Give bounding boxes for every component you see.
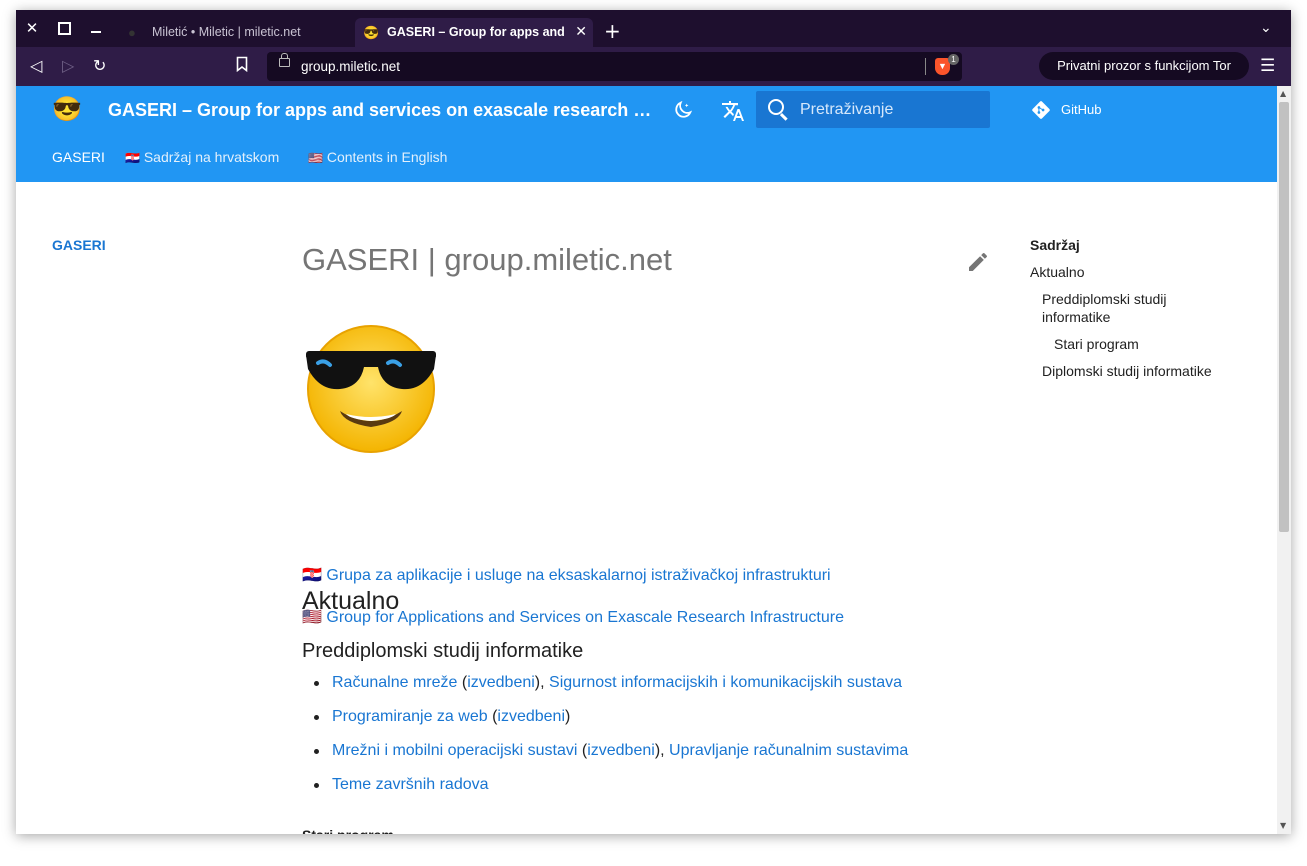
close-window-icon[interactable]: ✕ [22,18,42,38]
edit-icon[interactable] [966,250,990,274]
lock-icon [279,53,290,67]
page-title: GASERI | group.miletic.net [302,242,672,277]
nav-label: Contents in English [326,149,448,165]
back-icon[interactable]: ◁ [30,56,42,76]
url-text: group.miletic.net [301,59,401,74]
scrollbar-thumb[interactable] [1279,102,1289,532]
usa-flag-icon: 🇺🇸 [308,151,323,165]
search-icon [768,99,784,115]
list-item: Teme završnih radova [302,776,908,810]
header-nav-gaseri[interactable]: GASERI [52,148,105,166]
github-link[interactable]: GitHub [1061,101,1101,119]
page-content: 😎 GASERI – Group for apps and services o… [16,86,1291,834]
toc-item-old-program[interactable]: Stari program [1054,335,1139,353]
izvedbeni-link[interactable]: izvedbeni [497,708,565,725]
scroll-up-icon[interactable]: ▲ [1280,90,1286,98]
link-text: Group for Applications and Services on E… [326,609,844,626]
nav-label: Sadržaj na hrvatskom [143,149,280,165]
course-link[interactable]: Upravljanje računalnim sustavima [669,742,908,759]
toc-item-grad[interactable]: Diplomski studij informatike [1042,362,1212,380]
nav-label: GASERI [52,149,105,165]
croatia-flag-icon: 🇭🇷 [125,151,140,165]
shields-count-badge: 1 [948,54,959,65]
search-input[interactable] [800,91,980,128]
izvedbeni-link[interactable]: izvedbeni [587,742,655,759]
tab-title: Miletić • Miletic | miletic.net [152,25,301,39]
croatian-group-link[interactable]: 🇭🇷 Grupa za aplikacije i usluge na eksas… [302,566,831,586]
section-heading-old-program: Stari program [302,826,394,834]
course-link[interactable]: Programiranje za web [332,708,488,725]
site-header: 😎 GASERI – Group for apps and services o… [16,86,1277,182]
scrollbar[interactable]: ▲ ▼ [1277,86,1291,834]
section-heading-aktualno: Aktualno [302,587,400,615]
browser-window: ✕ ● Miletić • Miletic | miletic.net 😎 GA… [16,10,1291,834]
address-bar[interactable]: group.miletic.net ▼ 1 [267,52,962,81]
site-title[interactable]: GASERI – Group for apps and services on … [108,99,653,121]
bookmark-icon[interactable] [236,56,248,77]
tor-window-button[interactable]: Privatni prozor s funkcijom Tor [1039,52,1249,80]
minimize-icon[interactable] [86,18,106,38]
tab-list-icon[interactable]: ⌄ [1260,20,1272,36]
tab-bar: ✕ ● Miletić • Miletic | miletic.net 😎 GA… [16,10,1291,47]
menu-icon[interactable]: ☰ [1260,56,1275,76]
site-logo[interactable]: 😎 [52,96,82,124]
new-tab-button[interactable]: + [604,21,621,41]
dark-mode-icon[interactable] [672,99,694,125]
section-heading-undergrad: Preddiplomski studij informatike [302,640,584,662]
sunglasses-emoji-image [306,325,436,453]
toc-heading: Sadržaj [1030,237,1080,253]
scroll-down-icon[interactable]: ▼ [1280,822,1286,830]
course-link[interactable]: Sigurnost informacijskih i komunikacijsk… [549,674,902,691]
tab-miletic[interactable]: ● Miletić • Miletic | miletic.net [120,18,352,47]
croatia-flag-icon: 🇭🇷 [302,567,322,584]
header-nav-croatian[interactable]: 🇭🇷 Sadržaj na hrvatskom [125,148,279,167]
close-tab-icon[interactable]: ✕ [575,18,587,47]
divider [925,58,926,75]
course-list: Računalne mreže (izvedbeni), Sigurnost i… [302,674,908,810]
toc-item-undergrad[interactable]: Preddiplomski studij informatike [1042,290,1212,326]
maximize-icon[interactable] [54,18,74,38]
izvedbeni-link[interactable]: izvedbeni [467,674,535,691]
reload-icon[interactable]: ↻ [93,56,106,76]
tab-gaseri[interactable]: 😎 GASERI – Group for apps and services o… [355,18,593,47]
favicon-icon: ● [128,25,136,40]
course-link[interactable]: Računalne mreže [332,674,457,691]
list-item: Računalne mreže (izvedbeni), Sigurnost i… [302,674,908,708]
link-text: Grupa za aplikacije i usluge na eksaskal… [326,567,831,584]
translate-icon[interactable] [721,99,745,127]
header-nav-english[interactable]: 🇺🇸 Contents in English [308,148,447,167]
list-item: Programiranje za web (izvedbeni) [302,708,908,742]
course-link[interactable]: Mrežni i mobilni operacijski sustavi [332,742,577,759]
favicon-icon: 😎 [363,25,380,40]
list-item: Mrežni i mobilni operacijski sustavi (iz… [302,742,908,776]
forward-icon[interactable]: ▷ [62,56,74,76]
tab-title: GASERI – Group for apps and services on … [387,25,567,39]
course-link[interactable]: Teme završnih radova [332,776,489,793]
git-icon[interactable] [1031,100,1051,120]
navigation-bar: ◁ ▷ ↻ group.miletic.net ▼ 1 Privatni pro… [16,47,1291,86]
sidebar-item-gaseri[interactable]: GASERI [52,237,106,253]
toc-item-aktualno[interactable]: Aktualno [1030,263,1084,281]
search-box[interactable] [756,91,990,128]
